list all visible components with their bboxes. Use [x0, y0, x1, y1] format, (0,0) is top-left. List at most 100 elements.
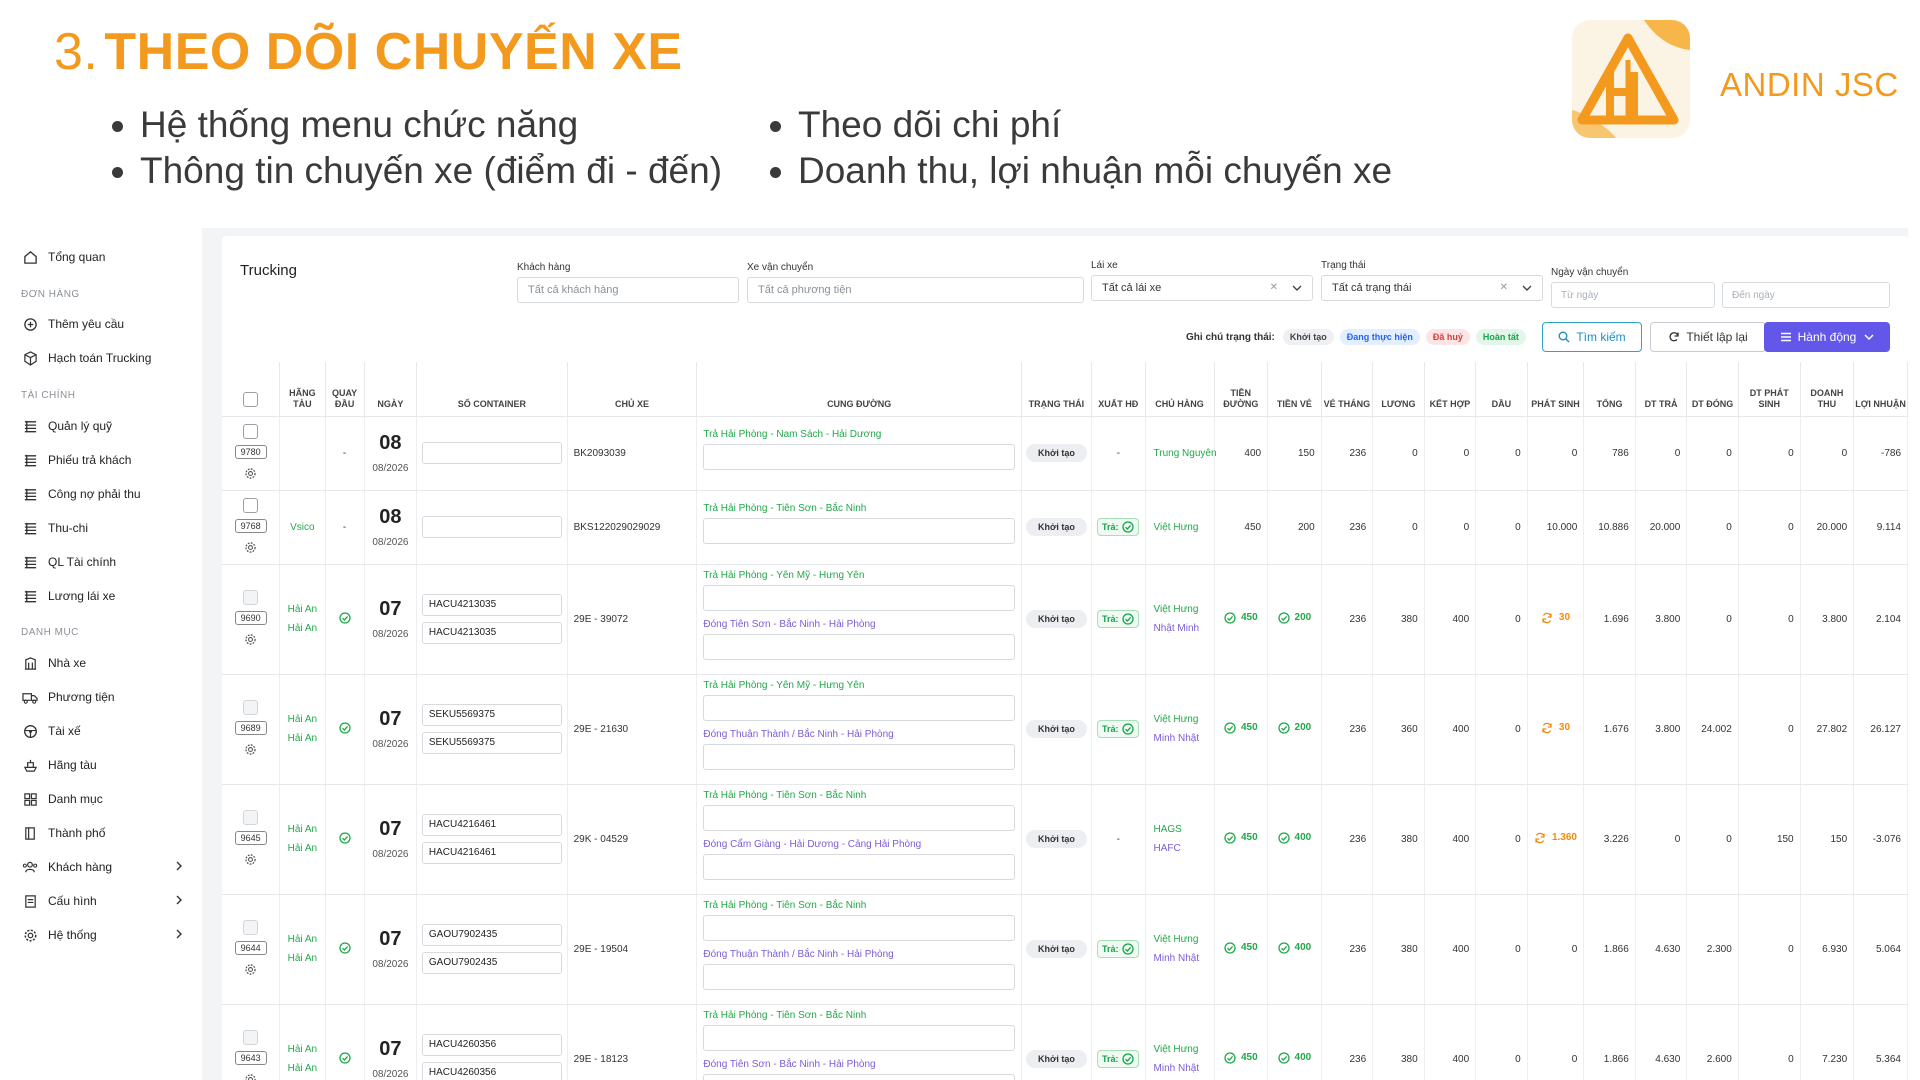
container-input[interactable]: SEKU5569375 [421, 704, 562, 726]
sidebar-item-categories[interactable]: Danh mục [22, 786, 184, 812]
route-note-input[interactable] [703, 1074, 1015, 1080]
gear-icon[interactable] [244, 467, 257, 480]
invoice-return-badge[interactable]: Trả: [1096, 940, 1140, 958]
container-cell: HACU4213035 HACU4213035 [416, 564, 568, 675]
route-note-input[interactable] [703, 1025, 1015, 1051]
sidebar-item-system[interactable]: Hệ thống [22, 922, 184, 948]
table-row[interactable]: 9780 - 08 08/2026 BK2093039 Trả Hải Phòng - N… [222, 416, 1908, 491]
route-note-input[interactable] [703, 805, 1015, 831]
gear-icon[interactable] [244, 1073, 257, 1080]
route-note-input[interactable] [703, 517, 1015, 544]
table-row[interactable]: 9768 Vsico - 08 08/2026 BKS122029029029 Trả Hả… [222, 490, 1908, 565]
table-row[interactable]: 9644 Hải An Hải An 07 08/2026 GAOU7902435 GAOU… [222, 894, 1908, 1005]
clear-icon[interactable]: ✕ [1500, 282, 1508, 293]
sidebar-item-carriers[interactable]: Nhà xe [22, 650, 184, 676]
sidebar-item-customers[interactable]: Khách hàng [22, 854, 184, 880]
container-input[interactable]: GAOU7902435 [421, 952, 562, 974]
container-input[interactable]: HACU4260356 [421, 1034, 562, 1056]
container-input[interactable] [421, 442, 562, 464]
list-icon [22, 588, 38, 604]
row-checkbox[interactable] [243, 809, 259, 825]
table-row[interactable]: 9643 Hải An Hải An 07 08/2026 HACU4260356 HACU… [222, 1004, 1908, 1080]
gear-icon[interactable] [244, 633, 257, 646]
column-header: CHỦ HÀNG [1145, 362, 1215, 417]
sidebar-item-driver-salary[interactable]: Lương lái xe [22, 583, 184, 609]
container-input[interactable] [421, 516, 562, 538]
sidebar-item-receivables[interactable]: Công nợ phải thu [22, 481, 184, 507]
status-badge[interactable]: Khởi tạo [1025, 830, 1087, 848]
trucking-table: HÃNG TÀU QUAY ĐẦU NGÀY SỐ CONTAINER CHỦ … [222, 362, 1908, 1080]
row-checkbox[interactable] [243, 589, 259, 605]
route-note-input[interactable] [703, 695, 1015, 721]
date-from-input[interactable]: Từ ngày [1551, 282, 1715, 308]
sidebar-item-configuration[interactable]: Cấu hình [22, 888, 184, 914]
sidebar-item-add-request[interactable]: Thêm yêu cầu [22, 311, 184, 337]
route-note-input[interactable] [703, 744, 1015, 770]
container-input[interactable]: HACU4260356 [421, 1062, 562, 1080]
action-menu-button[interactable]: Hành động [1764, 322, 1890, 352]
sidebar-item-trucking-accounting[interactable]: Hạch toán Trucking [22, 345, 184, 371]
sidebar-item-overview[interactable]: Tổng quan [22, 244, 184, 270]
clear-icon[interactable]: ✕ [1270, 282, 1278, 293]
container-input[interactable]: HACU4216461 [421, 842, 562, 864]
row-checkbox[interactable] [243, 1029, 259, 1045]
container-input[interactable]: SEKU5569375 [421, 732, 562, 754]
sidebar-item-vehicles[interactable]: Phương tiện [22, 684, 184, 710]
row-checkbox[interactable] [243, 699, 259, 715]
status-badge[interactable]: Khởi tạo [1025, 940, 1087, 958]
gear-icon[interactable] [244, 853, 257, 866]
row-checkbox[interactable] [243, 497, 259, 513]
invoice-return-badge[interactable]: Trả: [1096, 1050, 1140, 1068]
list-icon [22, 452, 38, 468]
gear-icon[interactable] [244, 963, 257, 976]
table-row[interactable]: 9690 Hải An Hải An 07 08/2026 HACU4213035 HACU… [222, 564, 1908, 675]
sidebar-item-customer-return[interactable]: Phiếu trả khách [22, 447, 184, 473]
date-to-input[interactable]: Đến ngày [1722, 282, 1890, 308]
driver-filter-select[interactable]: Tất cả lái xe ✕ [1091, 275, 1313, 301]
gear-icon[interactable] [244, 541, 257, 554]
customer-filter-input[interactable]: Tất cả khách hàng [517, 277, 739, 303]
container-input[interactable]: HACU4213035 [421, 594, 562, 616]
route-note-input[interactable] [703, 585, 1015, 611]
route-note-input[interactable] [703, 854, 1015, 880]
sidebar-item-shipping-lines[interactable]: Hãng tàu [22, 752, 184, 778]
invoice-return-badge[interactable]: Trả: [1096, 518, 1140, 536]
status-badge[interactable]: Khởi tạo [1025, 518, 1087, 536]
invoice-return-badge[interactable]: Trả: [1096, 610, 1140, 628]
select-all-header[interactable] [222, 362, 281, 417]
route-text: Trả Hải Phòng - Tiên Sơn - Bắc Ninh [703, 790, 867, 801]
sidebar-item-income-expense[interactable]: Thu-chi [22, 515, 184, 541]
sidebar-item-fund-management[interactable]: Quản lý quỹ [22, 413, 184, 439]
status-badge[interactable]: Khởi tạo [1025, 444, 1087, 462]
search-button[interactable]: Tìm kiếm [1542, 322, 1642, 352]
route-note-input[interactable] [703, 964, 1015, 990]
row-checkbox[interactable] [243, 423, 259, 439]
status-badge[interactable]: Khởi tạo [1025, 610, 1087, 628]
invoice-return-badge[interactable]: Trả: [1096, 720, 1140, 738]
vehicle-filter-input[interactable]: Tất cả phương tiện [747, 277, 1084, 303]
carrier-name: Hải An [287, 733, 318, 744]
column-header: CUNG ĐƯỜNG [696, 362, 1022, 417]
status-filter-select[interactable]: Tất cả trạng thái ✕ [1321, 275, 1543, 301]
column-header: DT PHÁT SINH [1738, 362, 1801, 417]
route-note-input[interactable] [703, 443, 1015, 470]
row-checkbox[interactable] [243, 919, 259, 935]
table-row[interactable]: 9645 Hải An Hải An 07 08/2026 HACU4216461 HACU… [222, 784, 1908, 895]
select-all-checkbox[interactable] [243, 391, 259, 407]
sidebar-item-finance-management[interactable]: QL Tài chính [22, 549, 184, 575]
table-row[interactable]: 9689 Hải An Hải An 07 08/2026 SEKU5569375 SEKU… [222, 674, 1908, 785]
route-note-input[interactable] [703, 915, 1015, 941]
container-input[interactable]: HACU4213035 [421, 622, 562, 644]
status-badge[interactable]: Khởi tạo [1025, 1050, 1087, 1068]
container-input[interactable]: GAOU7902435 [421, 924, 562, 946]
status-badge[interactable]: Khởi tạo [1025, 720, 1087, 738]
sidebar-item-drivers[interactable]: Tài xế [22, 718, 184, 744]
trip-month: 08/2026 [372, 739, 409, 750]
sidebar-item-cities[interactable]: Thành phố [22, 820, 184, 846]
gear-icon[interactable] [244, 743, 257, 756]
container-input[interactable]: HACU4216461 [421, 814, 562, 836]
reset-button[interactable]: Thiết lập lại [1650, 322, 1766, 352]
shipper-cell: Trung Nguyên [1145, 416, 1217, 491]
route-note-input[interactable] [703, 634, 1015, 660]
shipper-cell: Việt Hưng Minh Nhật [1145, 674, 1215, 785]
